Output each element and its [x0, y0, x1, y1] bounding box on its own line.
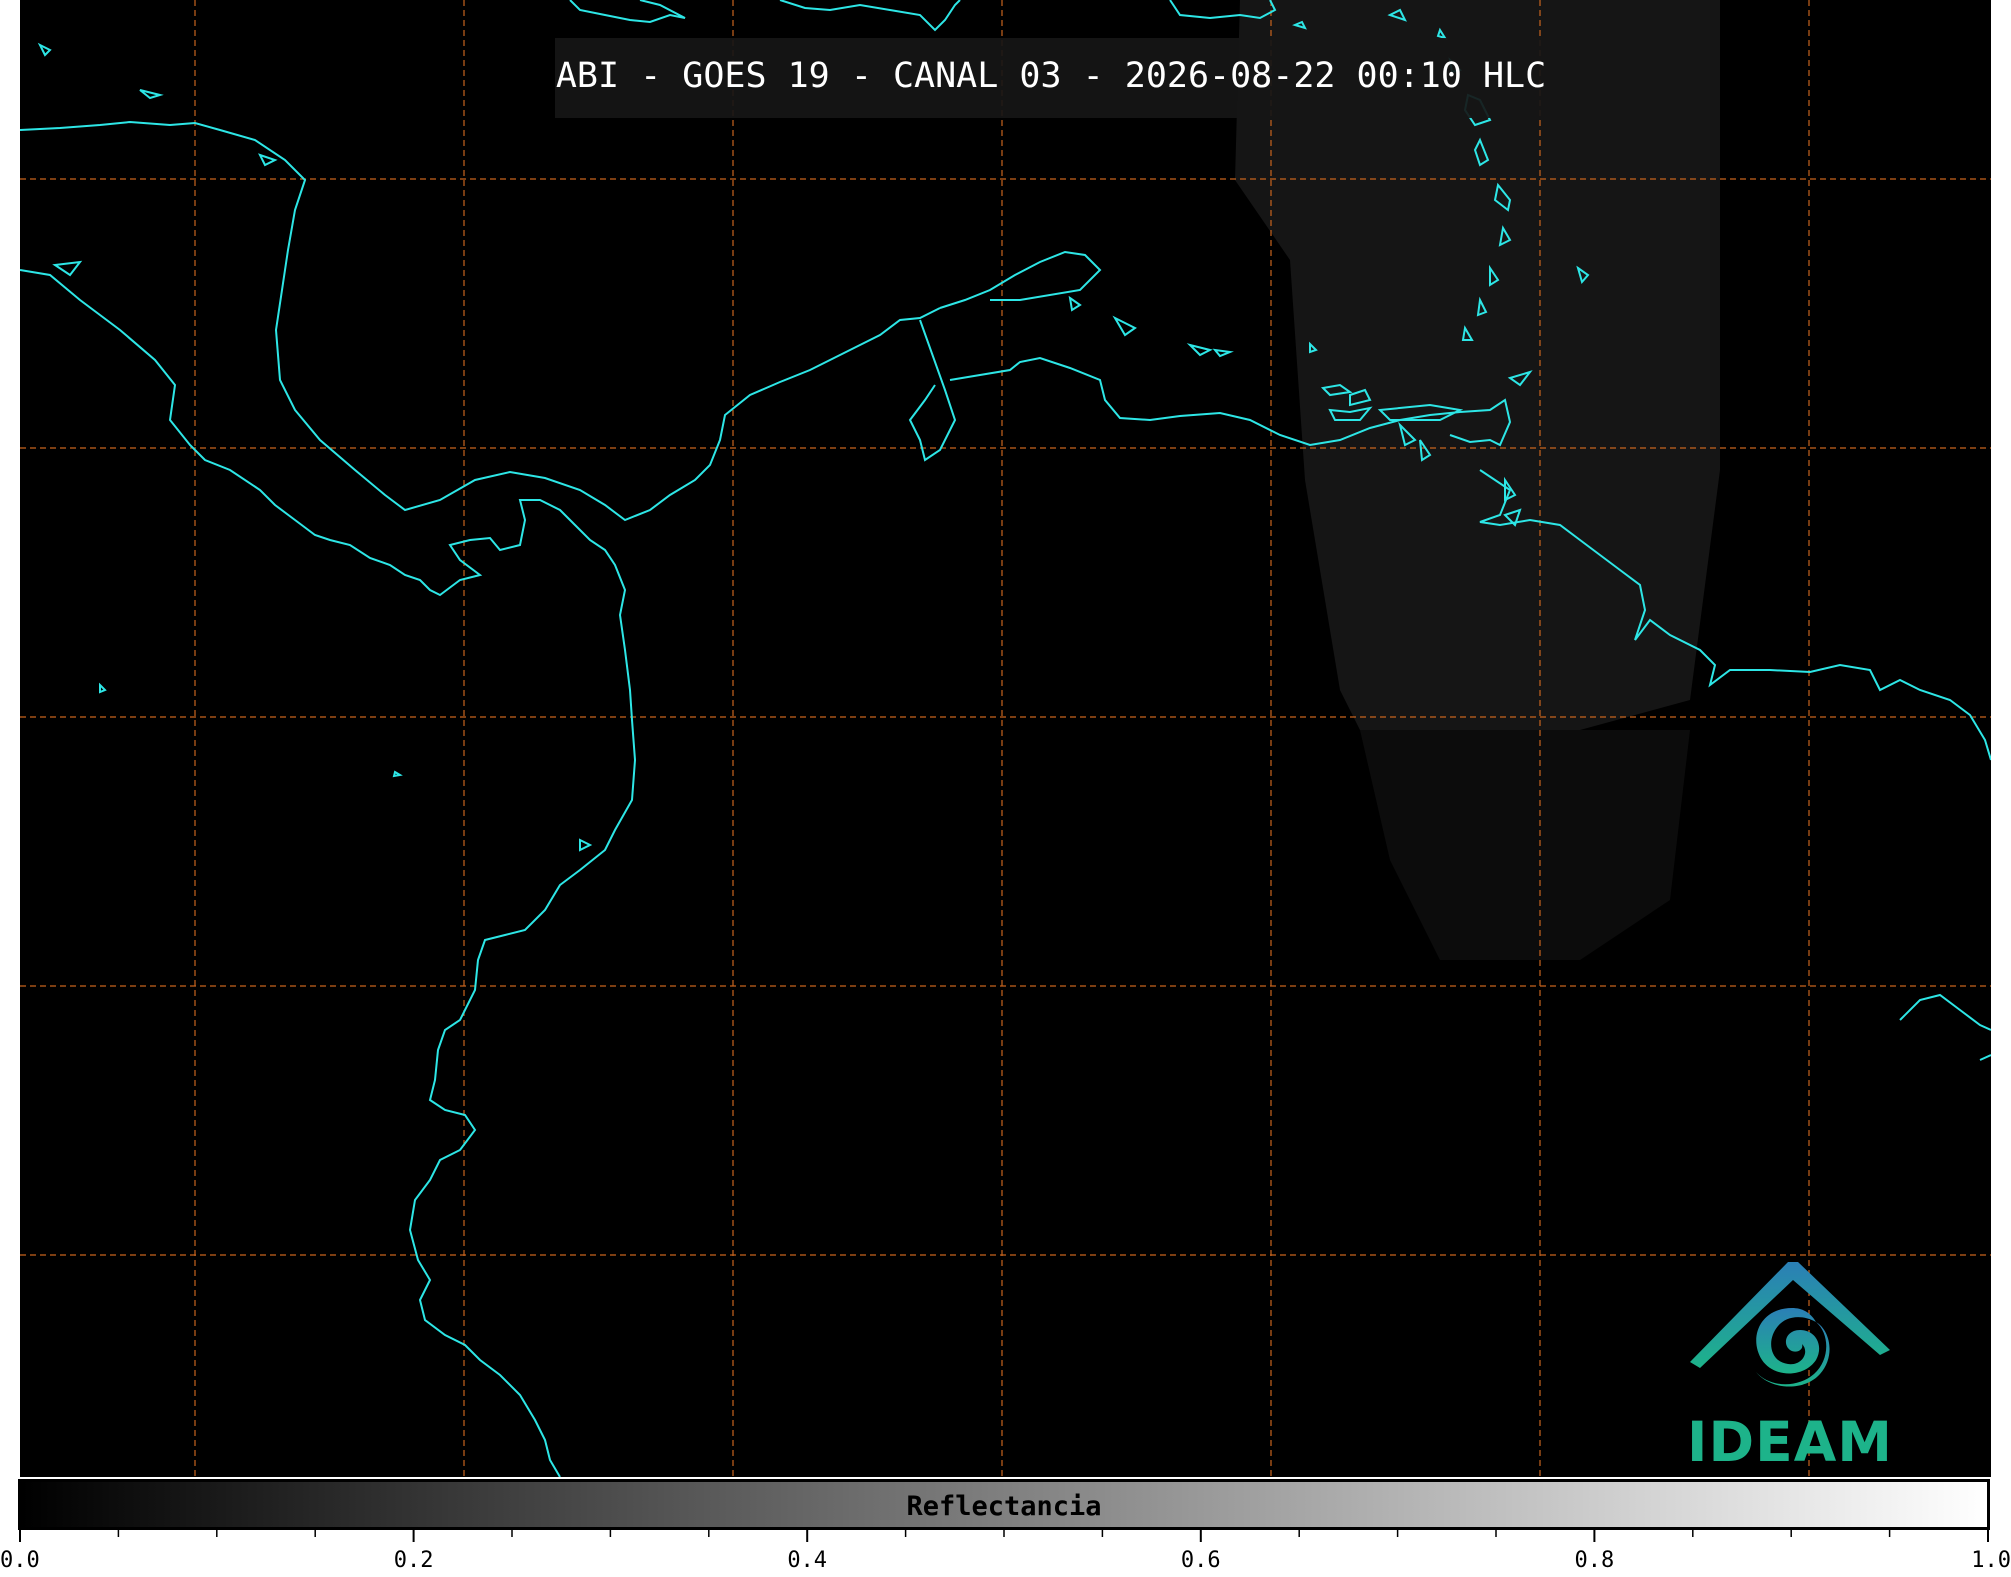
island — [779, 0, 961, 32]
island — [1507, 370, 1533, 387]
island — [258, 153, 278, 167]
ideam-logo-text: IDEAM — [1687, 1410, 1893, 1474]
island — [1979, 1054, 1991, 1061]
island — [392, 770, 403, 778]
colorbar-tick-label: 0.6 — [1181, 1548, 1221, 1573]
island — [579, 838, 593, 852]
island — [1309, 341, 1318, 354]
island — [1473, 137, 1490, 167]
colorbar-tick-label: 0.0 — [0, 1548, 40, 1573]
island — [1461, 325, 1474, 341]
island — [569, 0, 686, 24]
island — [37, 42, 52, 57]
island — [1112, 315, 1137, 337]
island — [139, 89, 164, 100]
colorbar-tick-label: 0.4 — [787, 1548, 827, 1573]
ideam-logo: IDEAM — [1670, 1250, 1910, 1475]
island — [1320, 383, 1353, 397]
island — [1212, 348, 1234, 358]
colombia-caribbean-coast — [908, 319, 1461, 462]
central-america-coastline — [20, 120, 941, 522]
island — [1292, 20, 1307, 30]
island — [1398, 421, 1417, 447]
island — [1498, 225, 1512, 247]
island — [1476, 296, 1488, 317]
venezuela-coast — [1449, 398, 1991, 761]
island — [1899, 993, 1991, 1031]
pacific-coastline — [20, 269, 637, 1477]
island — [1328, 406, 1373, 421]
island — [1068, 295, 1082, 312]
island — [1576, 265, 1590, 285]
island — [1436, 27, 1448, 40]
island — [1419, 439, 1432, 462]
island — [52, 260, 83, 277]
map-title: ABI - GOES 19 - CANAL 03 - 2026-08-22 00… — [555, 56, 1547, 96]
colorbar-tick-label: 1.0 — [1971, 1548, 2011, 1573]
colorbar: Reflectancia — [18, 1479, 1990, 1530]
island — [1186, 343, 1213, 357]
colorbar-tick-label: 0.2 — [394, 1548, 434, 1573]
island — [1387, 8, 1407, 22]
island — [1169, 0, 1277, 20]
north-caribbean-coast — [939, 250, 1102, 309]
island — [1493, 182, 1512, 212]
colorbar-ticks: 0.0 0.2 0.4 0.6 0.8 1.0 — [0, 1530, 2011, 1573]
island — [1489, 264, 1500, 287]
title-box: ABI - GOES 19 - CANAL 03 - 2026-08-22 00… — [555, 38, 1547, 118]
colorbar-tick-label: 0.8 — [1575, 1548, 1615, 1573]
colorbar-label: Reflectancia — [906, 1491, 1102, 1522]
island — [1349, 388, 1372, 407]
satellite-map: ABI - GOES 19 - CANAL 03 - 2026-08-22 00… — [20, 0, 1991, 1477]
ideam-logo-icon — [1690, 1262, 1890, 1387]
island — [99, 682, 107, 694]
